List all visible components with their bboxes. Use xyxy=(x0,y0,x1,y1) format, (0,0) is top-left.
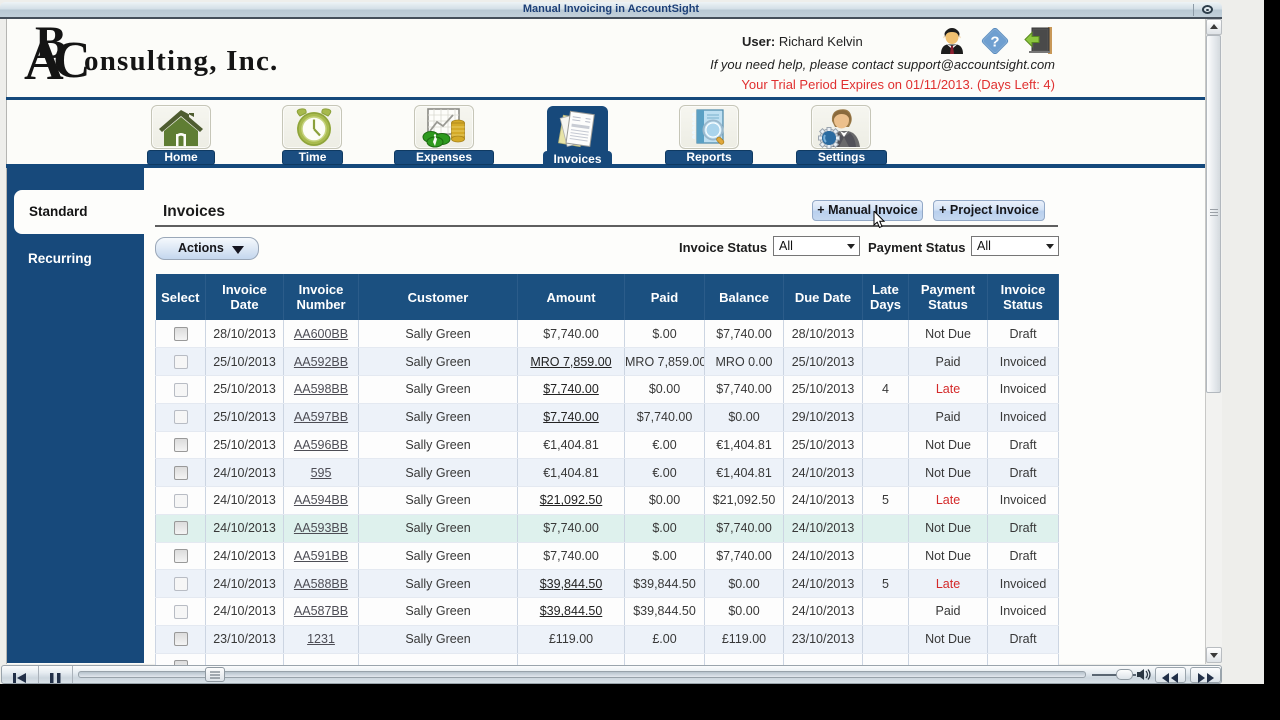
svg-text:?: ? xyxy=(990,34,999,51)
